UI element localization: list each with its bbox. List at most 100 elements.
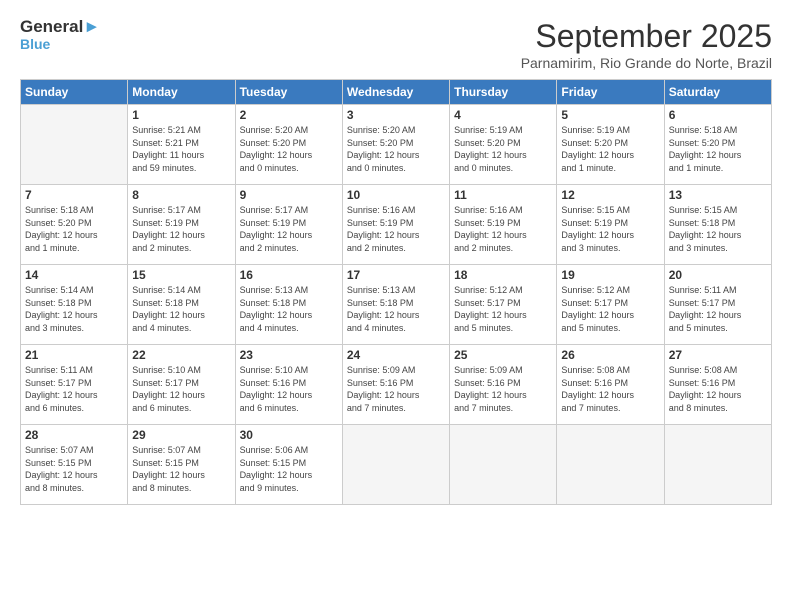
calendar-cell: 14Sunrise: 5:14 AM Sunset: 5:18 PM Dayli…	[21, 265, 128, 345]
day-info: Sunrise: 5:17 AM Sunset: 5:19 PM Dayligh…	[240, 204, 338, 254]
day-number: 24	[347, 348, 445, 362]
day-number: 13	[669, 188, 767, 202]
day-info: Sunrise: 5:15 AM Sunset: 5:19 PM Dayligh…	[561, 204, 659, 254]
calendar-cell: 26 Sunrise: 5:08 AM Sunset: 5:16 PM Dayli…	[557, 345, 664, 425]
day-number: 14	[25, 268, 123, 282]
day-info: Sunrise: 5:09 AM Sunset: 5:16 PM Dayligh…	[347, 364, 445, 414]
day-number: 26	[561, 348, 659, 362]
day-info: Sunrise: 5:12 AM Sunset: 5:17 PM Dayligh…	[454, 284, 552, 334]
calendar-cell: 10Sunrise: 5:16 AM Sunset: 5:19 PM Dayli…	[342, 185, 449, 265]
day-info: Sunrise: 5:09 AM Sunset: 5:16 PM Dayligh…	[454, 364, 552, 414]
calendar-cell	[664, 425, 771, 505]
header: General► Blue September 2025 Parnamirim,…	[20, 18, 772, 71]
col-monday: Monday	[128, 80, 235, 105]
calendar-cell: 7 Sunrise: 5:18 AM Sunset: 5:20 PM Daylig…	[21, 185, 128, 265]
day-info: Sunrise: 5:13 AM Sunset: 5:18 PM Dayligh…	[347, 284, 445, 334]
day-info: Sunrise: 5:08 AM Sunset: 5:16 PM Dayligh…	[669, 364, 767, 414]
day-number: 21	[25, 348, 123, 362]
calendar-cell: 11 Sunrise: 5:16 AM Sunset: 5:19 PM Dayli…	[450, 185, 557, 265]
calendar-cell	[21, 105, 128, 185]
day-info: Sunrise: 5:14 AM Sunset: 5:18 PM Dayligh…	[132, 284, 230, 334]
calendar-cell	[342, 425, 449, 505]
col-saturday: Saturday	[664, 80, 771, 105]
day-info: Sunrise: 5:17 AM Sunset: 5:19 PM Dayligh…	[132, 204, 230, 254]
day-number: 4	[454, 108, 552, 122]
day-info: Sunrise: 5:19 AM Sunset: 5:20 PM Dayligh…	[454, 124, 552, 174]
day-info: Sunrise: 5:20 AM Sunset: 5:20 PM Dayligh…	[240, 124, 338, 174]
day-info: Sunrise: 5:11 AM Sunset: 5:17 PM Dayligh…	[669, 284, 767, 334]
calendar-cell	[557, 425, 664, 505]
calendar-cell: 9 Sunrise: 5:17 AM Sunset: 5:19 PM Daylig…	[235, 185, 342, 265]
day-number: 9	[240, 188, 338, 202]
calendar-week-row: 21 Sunrise: 5:11 AM Sunset: 5:17 PM Dayli…	[21, 345, 772, 425]
calendar-cell: 24 Sunrise: 5:09 AM Sunset: 5:16 PM Dayli…	[342, 345, 449, 425]
calendar-cell: 30Sunrise: 5:06 AM Sunset: 5:15 PM Dayli…	[235, 425, 342, 505]
calendar-cell: 6 Sunrise: 5:18 AM Sunset: 5:20 PM Daylig…	[664, 105, 771, 185]
calendar-cell: 20 Sunrise: 5:11 AM Sunset: 5:17 PM Dayli…	[664, 265, 771, 345]
calendar-cell: 21 Sunrise: 5:11 AM Sunset: 5:17 PM Dayli…	[21, 345, 128, 425]
day-number: 18	[454, 268, 552, 282]
calendar-cell: 15 Sunrise: 5:14 AM Sunset: 5:18 PM Dayli…	[128, 265, 235, 345]
day-info: Sunrise: 5:21 AM Sunset: 5:21 PM Dayligh…	[132, 124, 230, 174]
calendar-cell: 13 Sunrise: 5:15 AM Sunset: 5:18 PM Dayli…	[664, 185, 771, 265]
day-number: 22	[132, 348, 230, 362]
day-number: 12	[561, 188, 659, 202]
calendar-cell: 4 Sunrise: 5:19 AM Sunset: 5:20 PM Daylig…	[450, 105, 557, 185]
month-title: September 2025	[521, 18, 772, 55]
calendar-week-row: 7 Sunrise: 5:18 AM Sunset: 5:20 PM Daylig…	[21, 185, 772, 265]
day-number: 29	[132, 428, 230, 442]
day-info: Sunrise: 5:15 AM Sunset: 5:18 PM Dayligh…	[669, 204, 767, 254]
calendar-cell	[450, 425, 557, 505]
calendar-cell: 17 Sunrise: 5:13 AM Sunset: 5:18 PM Dayli…	[342, 265, 449, 345]
day-number: 16	[240, 268, 338, 282]
day-number: 23	[240, 348, 338, 362]
day-number: 25	[454, 348, 552, 362]
logo: General► Blue	[20, 18, 100, 52]
day-info: Sunrise: 5:07 AM Sunset: 5:15 PM Dayligh…	[25, 444, 123, 494]
calendar-cell: 29 Sunrise: 5:07 AM Sunset: 5:15 PM Dayli…	[128, 425, 235, 505]
day-number: 15	[132, 268, 230, 282]
day-info: Sunrise: 5:07 AM Sunset: 5:15 PM Dayligh…	[132, 444, 230, 494]
day-number: 10	[347, 188, 445, 202]
day-number: 28	[25, 428, 123, 442]
title-block: September 2025 Parnamirim, Rio Grande do…	[521, 18, 772, 71]
calendar-cell: 18 Sunrise: 5:12 AM Sunset: 5:17 PM Dayli…	[450, 265, 557, 345]
day-number: 30	[240, 428, 338, 442]
day-number: 8	[132, 188, 230, 202]
calendar-cell: 22Sunrise: 5:10 AM Sunset: 5:17 PM Dayli…	[128, 345, 235, 425]
day-number: 2	[240, 108, 338, 122]
day-info: Sunrise: 5:10 AM Sunset: 5:16 PM Dayligh…	[240, 364, 338, 414]
calendar-week-row: 28 Sunrise: 5:07 AM Sunset: 5:15 PM Dayli…	[21, 425, 772, 505]
day-number: 3	[347, 108, 445, 122]
calendar-cell: 25 Sunrise: 5:09 AM Sunset: 5:16 PM Dayli…	[450, 345, 557, 425]
day-number: 17	[347, 268, 445, 282]
calendar-cell: 8 Sunrise: 5:17 AM Sunset: 5:19 PM Daylig…	[128, 185, 235, 265]
col-friday: Friday	[557, 80, 664, 105]
day-info: Sunrise: 5:20 AM Sunset: 5:20 PM Dayligh…	[347, 124, 445, 174]
day-info: Sunrise: 5:18 AM Sunset: 5:20 PM Dayligh…	[25, 204, 123, 254]
calendar: Sunday Monday Tuesday Wednesday Thursday…	[20, 79, 772, 505]
header-row: Sunday Monday Tuesday Wednesday Thursday…	[21, 80, 772, 105]
calendar-cell: 12 Sunrise: 5:15 AM Sunset: 5:19 PM Dayli…	[557, 185, 664, 265]
calendar-cell: 19Sunrise: 5:12 AM Sunset: 5:17 PM Dayli…	[557, 265, 664, 345]
col-wednesday: Wednesday	[342, 80, 449, 105]
calendar-week-row: 14 Sunrise: 5:14 AM Sunset: 5:18 PM Dayli…	[21, 265, 772, 345]
day-number: 11	[454, 188, 552, 202]
day-number: 6	[669, 108, 767, 122]
day-info: Sunrise: 5:12 AM Sunset: 5:17 PM Dayligh…	[561, 284, 659, 334]
day-info: Sunrise: 5:16 AM Sunset: 5:19 PM Dayligh…	[454, 204, 552, 254]
col-tuesday: Tuesday	[235, 80, 342, 105]
day-info: Sunrise: 5:11 AM Sunset: 5:17 PM Dayligh…	[25, 364, 123, 414]
calendar-cell: 1Sunrise: 5:21 AM Sunset: 5:21 PM Daylig…	[128, 105, 235, 185]
logo-line2: Blue	[20, 37, 100, 52]
subtitle: Parnamirim, Rio Grande do Norte, Brazil	[521, 55, 772, 71]
day-number: 5	[561, 108, 659, 122]
day-number: 7	[25, 188, 123, 202]
col-thursday: Thursday	[450, 80, 557, 105]
day-info: Sunrise: 5:18 AM Sunset: 5:20 PM Dayligh…	[669, 124, 767, 174]
day-info: Sunrise: 5:08 AM Sunset: 5:16 PM Dayligh…	[561, 364, 659, 414]
col-sunday: Sunday	[21, 80, 128, 105]
calendar-cell: 23 Sunrise: 5:10 AM Sunset: 5:16 PM Dayli…	[235, 345, 342, 425]
calendar-cell: 5Sunrise: 5:19 AM Sunset: 5:20 PM Daylig…	[557, 105, 664, 185]
day-number: 20	[669, 268, 767, 282]
